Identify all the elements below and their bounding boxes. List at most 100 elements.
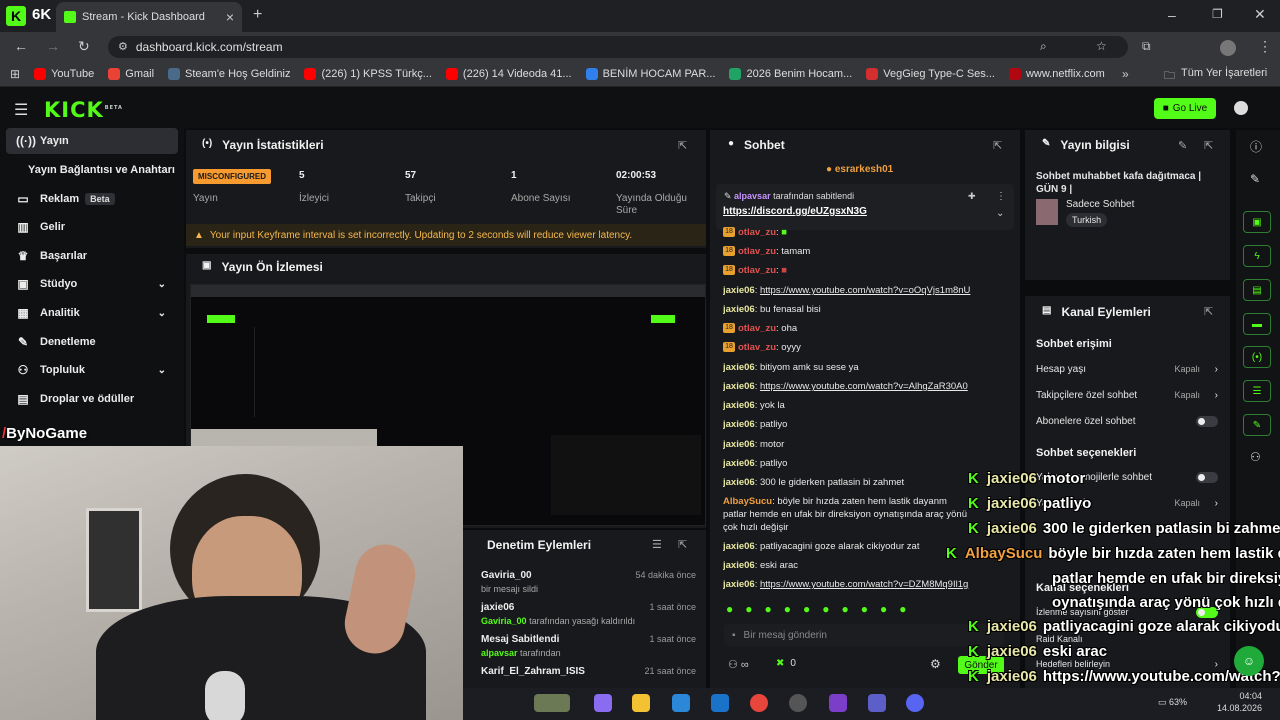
chat-settings-gear-icon[interactable]: ⚙ xyxy=(930,657,941,671)
teams-icon[interactable] xyxy=(868,694,886,712)
emote-icon[interactable]: ● xyxy=(765,602,772,616)
bookmarks-overflow-icon[interactable]: » xyxy=(1122,67,1129,81)
followers-only-row[interactable]: Takipçilere özel sohbet Kapalı › xyxy=(1036,390,1222,401)
pinned-link[interactable]: https://discord.gg/eUZgsxN3G xyxy=(723,206,867,217)
sidebar-item-denetleme[interactable]: ✎ Denetleme xyxy=(6,329,178,355)
camera-icon[interactable]: ▣ xyxy=(1243,211,1271,233)
store-icon[interactable] xyxy=(672,694,690,712)
weather-widget-icon[interactable] xyxy=(534,694,570,712)
system-clock[interactable]: 04:04 14.08.2026 xyxy=(1202,690,1262,714)
all-bookmarks[interactable]: 🗀 Tüm Yer İşaretleri xyxy=(1164,67,1267,86)
forward-icon[interactable]: → xyxy=(46,39,60,53)
bookmark-item[interactable]: Gmail xyxy=(108,68,154,80)
wrench-icon[interactable]: ✎ xyxy=(1243,414,1271,436)
edit-icon[interactable]: ✎ xyxy=(1178,139,1187,152)
sidebar-item-reklam[interactable]: ▭ Reklam Beta xyxy=(6,186,178,212)
unpin-icon[interactable]: ✚ xyxy=(968,191,976,202)
chat-link[interactable]: https://www.youtube.com/watch?v=AlhgZaR3… xyxy=(760,381,968,392)
moderation-row[interactable]: Gaviria_00 54 dakika önce bir mesajı sildi xyxy=(466,570,702,594)
user-avatar[interactable] xyxy=(1234,101,1248,115)
chat-username[interactable]: otlav_zu xyxy=(738,227,776,238)
edit-icon[interactable]: ✎ xyxy=(1250,172,1260,186)
bookmark-item[interactable]: (226) 14 Videoda 41... xyxy=(445,68,572,80)
filter-icon[interactable]: ☰ xyxy=(652,538,662,551)
community-icon[interactable]: ⚇ ∞ xyxy=(728,658,749,671)
chat-username[interactable]: jaxie06 xyxy=(723,362,755,373)
obs-icon[interactable] xyxy=(789,694,807,712)
menu-kebab-icon[interactable]: ⋮ xyxy=(1258,39,1272,53)
lightning-icon[interactable]: ϟ xyxy=(1243,245,1271,267)
sidebar-item-analitik[interactable]: ▦ Analitik ⌄ xyxy=(6,300,178,326)
chat-link[interactable]: https://www.youtube.com/watch?v=DZM8Mq9I… xyxy=(760,579,968,590)
channel-points[interactable]: ✖ 0 xyxy=(776,658,796,669)
moderation-row[interactable]: Mesaj Sabitlendi 1 saat önce alpavsar tara… xyxy=(466,634,702,658)
actions-icon[interactable]: ☰ xyxy=(1243,380,1271,402)
hamburger-menu-icon[interactable]: ☰ xyxy=(14,100,28,120)
chat-link[interactable]: https://www.youtube.com/watch?v=oOqVjs1m… xyxy=(760,285,970,296)
info-icon[interactable]: ⓘ xyxy=(1250,138,1262,155)
emote-icon[interactable]: ● xyxy=(745,602,752,616)
mail-icon[interactable] xyxy=(711,694,729,712)
bookmark-item[interactable]: BENİM HOCAM PAR... xyxy=(585,68,715,80)
profile-avatar[interactable] xyxy=(1220,40,1236,56)
bookmark-item[interactable]: www.netflix.com xyxy=(1008,68,1105,80)
chat-username[interactable]: jaxie06 xyxy=(723,400,755,411)
back-icon[interactable]: ← xyxy=(14,39,28,53)
browser-tab[interactable]: Stream - Kick Dashboard × xyxy=(56,2,242,32)
new-tab-icon[interactable]: + xyxy=(253,7,262,23)
close-window-icon[interactable]: ✕ xyxy=(1254,7,1266,21)
chat-username[interactable]: otlav_zu xyxy=(738,246,776,257)
bookmark-item[interactable]: VegGieg Type-C Ses... xyxy=(866,68,995,80)
popout-icon[interactable]: ⇱ xyxy=(1204,139,1213,152)
bookmark-item[interactable]: Steam'e Hoş Geldiniz xyxy=(168,68,290,80)
chevron-down-icon[interactable]: ⌄ xyxy=(996,208,1004,219)
go-live-button[interactable]: ■ Go Live xyxy=(1154,98,1216,119)
popout-icon[interactable]: ⇱ xyxy=(678,538,687,551)
community-icon[interactable]: ⚇ xyxy=(1250,450,1261,464)
moderation-row[interactable]: jaxie06 1 saat önce Gaviria_00 tarafından … xyxy=(466,602,702,626)
chat-username[interactable]: jaxie06 xyxy=(723,458,755,469)
more-options-icon[interactable]: ⋮ xyxy=(996,191,1006,202)
maximize-icon[interactable]: ❐ xyxy=(1212,8,1223,20)
emote-icon[interactable]: ● xyxy=(842,602,849,616)
sidebar-item-gelir[interactable]: ▥ Gelir xyxy=(6,214,178,240)
chat-username[interactable]: jaxie06 xyxy=(723,560,755,571)
emote-only-toggle[interactable] xyxy=(1196,472,1218,483)
sidebar-item-studyo[interactable]: ▣ Stüdyo ⌄ xyxy=(6,271,178,297)
zoom-icon[interactable]: ⌕ xyxy=(1040,40,1047,52)
chat-username[interactable]: jaxie06 xyxy=(723,477,755,488)
sidebar-item-yayin[interactable]: ((·)) Yayın xyxy=(6,128,178,154)
emote-icon[interactable]: ● xyxy=(803,602,810,616)
sidebar-item-stream-key[interactable]: Yayın Bağlantısı ve Anahtarı xyxy=(6,157,178,183)
chat-username[interactable]: otlav_zu xyxy=(738,342,776,353)
chat-icon[interactable]: ▬ xyxy=(1243,313,1271,335)
chat-message-input[interactable]: ▪ Bir mesaj gönderin xyxy=(724,624,1004,646)
category-name[interactable]: Sadece Sohbet xyxy=(1066,199,1134,210)
chat-username[interactable]: jaxie06 xyxy=(723,439,755,450)
chat-username[interactable]: jaxie06 xyxy=(723,419,755,430)
account-age-row[interactable]: Hesap yaşı Kapalı › xyxy=(1036,364,1222,375)
chat-username[interactable]: jaxie06 xyxy=(723,304,755,315)
chat-username[interactable]: otlav_zu xyxy=(738,265,776,276)
bookmark-star-icon[interactable]: ☆ xyxy=(1096,40,1107,52)
apps-grid-icon[interactable]: ⊞ xyxy=(10,68,20,80)
site-info-icon[interactable]: ⚙ xyxy=(118,41,128,53)
subscribers-only-toggle[interactable] xyxy=(1196,416,1218,427)
close-tab-icon[interactable]: × xyxy=(226,10,234,24)
minimize-icon[interactable]: – xyxy=(1168,8,1176,22)
file-explorer-icon[interactable] xyxy=(632,694,650,712)
chat-username[interactable]: AlbaySucu xyxy=(723,496,772,507)
popout-icon[interactable]: ⇱ xyxy=(678,139,687,152)
popout-icon[interactable]: ⇱ xyxy=(993,139,1002,152)
discord-icon[interactable] xyxy=(906,694,924,712)
chat-username[interactable]: otlav_zu xyxy=(738,323,776,334)
kick-logo[interactable]: KICKBETA xyxy=(44,98,123,122)
moderation-row[interactable]: Karif_El_Zahram_ISIS 21 saat önce xyxy=(466,666,702,677)
chat-username[interactable]: jaxie06 xyxy=(723,285,755,296)
bookmark-item[interactable]: 2026 Benim Hocam... xyxy=(729,68,852,80)
extensions-icon[interactable]: ⧉ xyxy=(1142,40,1151,52)
reload-icon[interactable]: ↻ xyxy=(78,39,90,53)
emote-icon[interactable]: ● xyxy=(880,602,887,616)
chrome-icon[interactable] xyxy=(750,694,768,712)
broadcast-icon[interactable]: (•) xyxy=(1243,346,1271,368)
